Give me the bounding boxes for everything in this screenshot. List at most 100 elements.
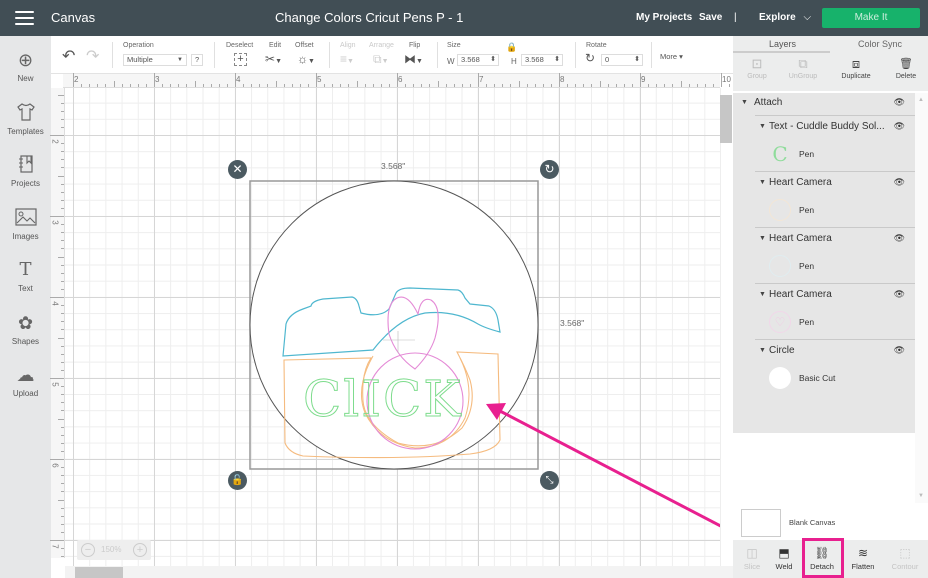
layer-sub-item[interactable]: ♡ Pen [733, 311, 915, 333]
ruler-tick [729, 84, 731, 87]
ruler-tick [518, 81, 520, 87]
design-text[interactable]: ClICK [303, 370, 463, 429]
undo-icon[interactable]: ↶ [62, 46, 75, 66]
redo-icon[interactable]: ↷ [86, 46, 99, 66]
eye-icon[interactable]: 👁 [894, 121, 905, 132]
panel-scrollbar[interactable]: ▲ ▼ [915, 93, 928, 503]
sidebar-item-projects[interactable]: Projects [0, 154, 51, 188]
tshirt-icon [15, 102, 37, 124]
ruler-tick [58, 418, 64, 420]
layer-sub-item[interactable]: C Pen [733, 143, 915, 165]
delete-label: Delete [895, 73, 917, 80]
design-canvas[interactable]: ClICK 3.568" 3.568" ✕ ↻ 🔓 ⤡ [65, 88, 720, 566]
sidebar-item-templates[interactable]: Templates [0, 102, 51, 136]
edit-tools-icon[interactable]: ✂▼ [265, 52, 282, 66]
sidebar-item-new[interactable]: ⊕ New [0, 49, 51, 83]
resize-icon[interactable]: ⤡ [540, 471, 559, 490]
ungroup-label: UnGroup [788, 73, 818, 80]
weld-button[interactable]: ⬒ Weld [765, 544, 803, 571]
offset-icon[interactable]: ☼▼ [297, 52, 315, 66]
ruler-tick [61, 467, 64, 469]
vertical-scroll-thumb[interactable] [720, 95, 732, 143]
scroll-up-icon[interactable]: ▲ [918, 97, 924, 103]
operation-select[interactable]: Multiple ▼ [123, 54, 187, 66]
caret-down-icon[interactable]: ▼ [759, 347, 766, 354]
ruler-tick [81, 84, 83, 87]
sidebar-item-upload[interactable]: ☁ Upload [0, 364, 51, 398]
operation-help-button[interactable]: ? [191, 54, 203, 66]
layer-sub-item[interactable]: Pen [733, 255, 915, 277]
layer-sub-item[interactable]: Basic Cut [733, 367, 915, 389]
zoom-out-button[interactable]: − [81, 543, 95, 557]
height-input[interactable]: 3.568 ⬍ [521, 54, 563, 66]
flatten-button[interactable]: ≋ Flatten [844, 544, 882, 571]
rotate-handle-icon[interactable]: ↻ [540, 160, 559, 179]
delete-button[interactable]: 🗑 Delete [882, 55, 928, 80]
ruler-tick-label: 4 [50, 301, 60, 306]
stepper-icon[interactable]: ⬍ [554, 55, 560, 65]
contour-button[interactable]: ⬚ Contour [886, 544, 924, 571]
ruler-tick [61, 207, 64, 209]
vertical-scrollbar[interactable] [720, 88, 733, 566]
caret-down-icon[interactable]: ▼ [741, 99, 748, 106]
lock-ratio-icon[interactable]: 🔒 [506, 42, 517, 53]
ruler-tick [364, 84, 366, 87]
horizontal-scrollbar[interactable] [65, 566, 733, 578]
ruler-tick [721, 73, 722, 87]
ruler-tick [372, 84, 374, 87]
ruler-tick-label: 10 [722, 75, 731, 84]
make-it-button[interactable]: Make It [822, 8, 920, 28]
blank-canvas-swatch[interactable] [741, 509, 781, 537]
ruler-tick [105, 84, 107, 87]
zoom-control: − 150% + [77, 540, 151, 560]
ruler-tick [61, 442, 64, 444]
ruler-tick [61, 523, 64, 525]
caret-down-icon[interactable]: ▼ [759, 291, 766, 298]
group-label: Group [747, 73, 767, 80]
operation-value: Multiple [127, 55, 153, 64]
caret-down-icon[interactable]: ▼ [759, 179, 766, 186]
eye-icon[interactable]: 👁 [894, 177, 905, 188]
horizontal-scroll-thumb[interactable] [75, 567, 123, 578]
save-button[interactable]: Save [699, 12, 722, 23]
rotate-input[interactable]: 0 ⬍ [601, 54, 643, 66]
sidebar-item-text[interactable]: T Text [0, 259, 51, 293]
group-button[interactable]: ⊡ Group [733, 55, 781, 80]
width-input[interactable]: 3.568 ⬍ [457, 54, 499, 66]
tab-layers[interactable]: Layers [769, 39, 796, 49]
ruler-tick [599, 81, 601, 87]
heart-thumbnail: ♡ [769, 311, 791, 333]
hamburger-icon[interactable] [15, 11, 34, 25]
align-icon[interactable]: ≡▼ [340, 52, 354, 66]
layer-sub-item[interactable]: Pen [733, 199, 915, 221]
arrange-icon[interactable]: ⧉▼ [373, 52, 389, 67]
close-icon[interactable]: ✕ [228, 160, 247, 179]
lock-icon[interactable]: 🔓 [228, 471, 247, 490]
sidebar-item-images[interactable]: Images [0, 207, 51, 241]
eye-icon[interactable]: 👁 [894, 97, 905, 108]
deselect-icon[interactable]: + [234, 53, 247, 66]
layer-group-attach[interactable]: ▼ Attach 👁 [733, 97, 915, 113]
ungroup-button[interactable]: ⧉ UnGroup [779, 55, 827, 80]
sidebar-item-label: Upload [12, 389, 39, 398]
stepper-icon[interactable]: ⬍ [634, 55, 640, 65]
sidebar-item-shapes[interactable]: ✿ Shapes [0, 312, 51, 346]
explore-menu[interactable]: Explore ⌵ [759, 12, 811, 23]
caret-down-icon[interactable]: ▼ [759, 235, 766, 242]
ruler-tick-label: 6 [398, 75, 403, 84]
zoom-in-button[interactable]: + [133, 543, 147, 557]
flip-label: Flip [409, 42, 421, 49]
eye-icon[interactable]: 👁 [894, 233, 905, 244]
stepper-icon[interactable]: ⬍ [490, 55, 496, 65]
scroll-down-icon[interactable]: ▼ [918, 493, 924, 499]
my-projects-link[interactable]: My Projects [636, 12, 692, 23]
ruler-tick [575, 84, 577, 87]
eye-icon[interactable]: 👁 [894, 289, 905, 300]
tab-color-sync[interactable]: Color Sync [858, 39, 902, 49]
more-button[interactable]: More ▾ [660, 52, 683, 61]
flip-icon[interactable]: ⧓▼ [404, 52, 423, 66]
ruler-tick [61, 288, 64, 290]
eye-icon[interactable]: 👁 [894, 345, 905, 356]
caret-down-icon[interactable]: ▼ [759, 123, 766, 130]
duplicate-button[interactable]: ⧈ Duplicate [832, 55, 880, 80]
